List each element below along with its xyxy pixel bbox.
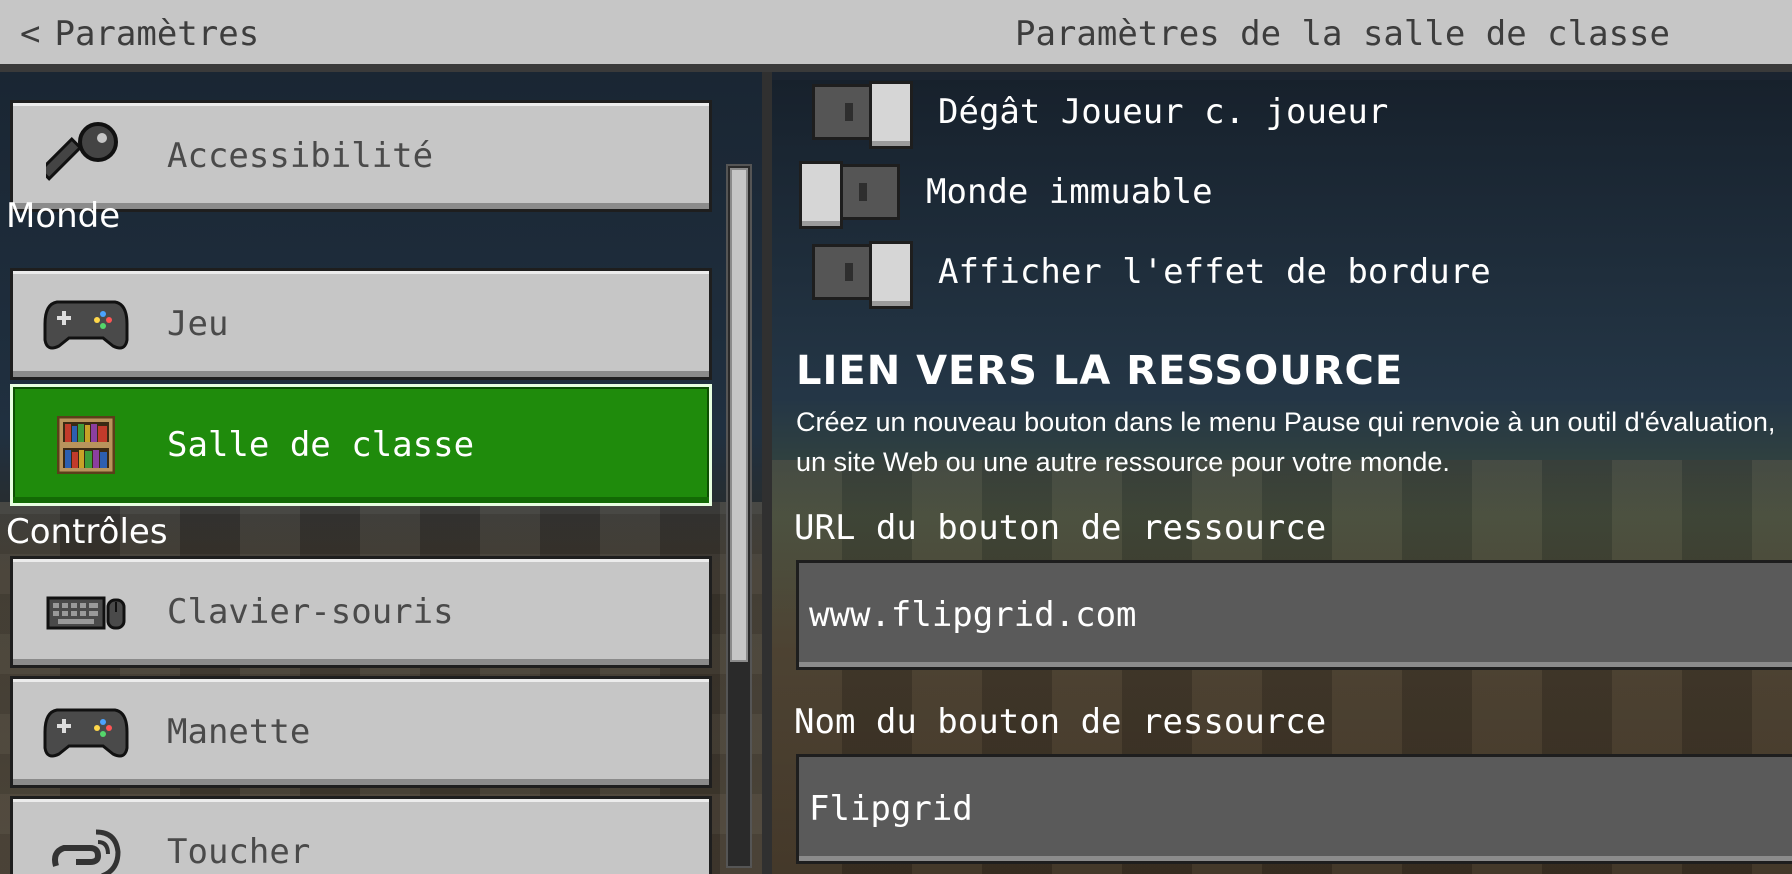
toggle-label: Dégât Joueur c. joueur bbox=[938, 92, 1389, 132]
pane-divider bbox=[762, 72, 772, 874]
toggle-row-immutable-world: Monde immuable bbox=[799, 161, 1213, 229]
section-label-world: Monde bbox=[6, 196, 121, 236]
immutable-world-toggle[interactable] bbox=[799, 161, 900, 229]
toggle-label: Afficher l'effet de bordure bbox=[938, 252, 1491, 292]
sidebar-item-touch[interactable]: Toucher bbox=[10, 796, 712, 874]
top-header: < Paramètres Paramètres de la salle de c… bbox=[0, 0, 1792, 72]
scrollbar-thumb[interactable] bbox=[730, 168, 748, 662]
gamepad-icon bbox=[41, 284, 131, 364]
resource-url-input[interactable]: www.flipgrid.com bbox=[796, 560, 1792, 670]
chevron-left-icon: < bbox=[20, 14, 41, 54]
classroom-settings-panel: Dégât Joueur c. joueur Monde immuable Af… bbox=[772, 80, 1792, 874]
sidebar-item-label: Accessibilité bbox=[167, 136, 434, 176]
gamepad-icon bbox=[41, 692, 131, 772]
section-label-controls: Contrôles bbox=[6, 512, 168, 552]
bookshelf-icon bbox=[41, 405, 131, 485]
back-label: Paramètres bbox=[54, 14, 260, 54]
sidebar-item-label: Manette bbox=[167, 712, 311, 752]
sidebar-item-label: Jeu bbox=[167, 304, 229, 344]
touch-hand-icon bbox=[41, 812, 131, 874]
sidebar-item-classroom[interactable]: Salle de classe bbox=[10, 384, 712, 506]
sidebar-scrollbar[interactable] bbox=[726, 164, 752, 868]
toggle-label: Monde immuable bbox=[926, 172, 1213, 212]
name-field-label: Nom du bouton de ressource bbox=[794, 702, 1327, 742]
sidebar-item-game[interactable]: Jeu bbox=[10, 268, 712, 380]
page-title: Paramètres de la salle de classe bbox=[1014, 14, 1670, 54]
sidebar-item-keyboard-mouse[interactable]: Clavier-souris bbox=[10, 556, 712, 668]
border-effect-toggle[interactable] bbox=[812, 241, 913, 309]
url-field-label: URL du bouton de ressource bbox=[794, 508, 1327, 548]
toggle-mark bbox=[859, 183, 867, 201]
sidebar-item-label: Clavier-souris bbox=[167, 592, 454, 632]
resource-section-description: Créez un nouveau bouton dans le menu Pau… bbox=[796, 407, 1776, 477]
back-button[interactable]: < Paramètres bbox=[20, 14, 259, 54]
sidebar-item-label: Toucher bbox=[167, 832, 311, 872]
toggle-knob bbox=[869, 81, 913, 149]
settings-sidebar: Accessibilité Monde Jeu Salle de classe … bbox=[0, 72, 762, 874]
keyboard-mouse-icon bbox=[41, 572, 131, 652]
toggle-knob bbox=[869, 241, 913, 309]
toggle-row-border-effect: Afficher l'effet de bordure bbox=[812, 241, 1491, 309]
resource-section-heading: LIEN VERS LA RESSOURCE bbox=[796, 348, 1404, 394]
resource-name-input[interactable]: Flipgrid bbox=[796, 754, 1792, 864]
toggle-mark bbox=[845, 263, 853, 281]
sidebar-item-label: Salle de classe bbox=[167, 425, 475, 465]
toggle-row-pvp: Dégât Joueur c. joueur bbox=[812, 81, 1389, 149]
toggle-mark bbox=[845, 103, 853, 121]
key-icon bbox=[41, 116, 131, 196]
toggle-knob bbox=[799, 161, 843, 229]
sidebar-item-controller[interactable]: Manette bbox=[10, 676, 712, 788]
pvp-toggle[interactable] bbox=[812, 81, 913, 149]
